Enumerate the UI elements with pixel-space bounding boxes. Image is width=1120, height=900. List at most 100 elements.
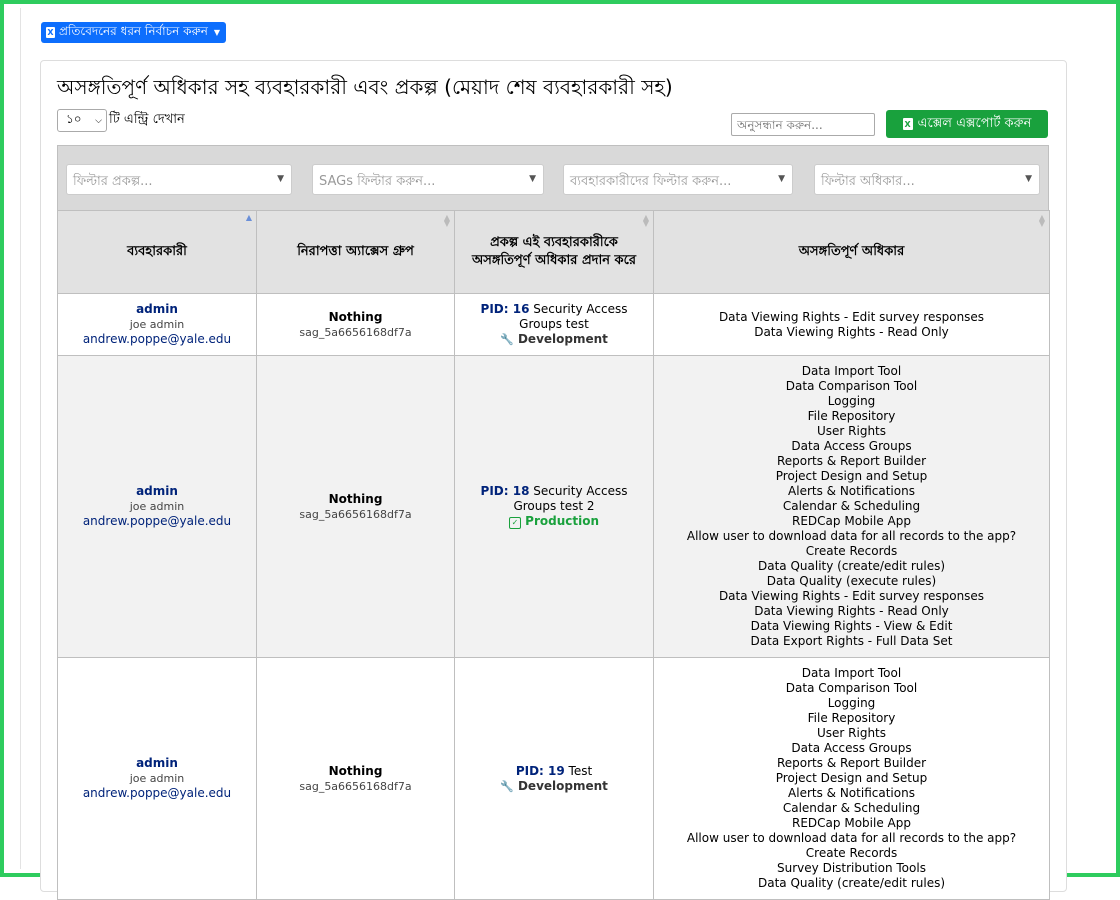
right-item: Data Comparison Tool: [785, 681, 918, 695]
project-status: 🔧 Development: [475, 332, 633, 347]
table-header-row: ▲ ব্যবহারকারী ▲ ▼ নিরাপত্তা অ্যাক্সেস গ্র…: [57, 210, 1050, 294]
filter-project[interactable]: ফিল্টার প্রকল্প... ▼: [66, 164, 292, 195]
length-select[interactable]: ১০ ⌵: [57, 109, 107, 132]
right-item: Data Quality (create/edit rules): [757, 876, 946, 890]
rights-cell: Data Import Tool Data Comparison Tool Logg…: [653, 657, 1050, 900]
caret-down-icon: ▼: [775, 174, 785, 184]
project-cell: PID: 16 Security Access Groups test 🔧 Dev…: [454, 293, 654, 356]
user-email-link[interactable]: andrew.poppe@yale.edu: [62, 786, 252, 801]
project-name: Test: [568, 763, 593, 778]
filter-sags-placeholder: SAGs ফিল্টার করুন...: [319, 174, 436, 189]
filter-users-placeholder: ব্যবহারকারীদের ফিল্টার করুন...: [570, 174, 732, 189]
project-link[interactable]: PID: 18 Security Access Groups test 2: [475, 484, 633, 514]
right-item: Project Design and Setup: [775, 771, 928, 785]
right-item: Data Viewing Rights - View & Edit: [750, 619, 953, 633]
right-item: Data Export Rights - Full Data Set: [750, 634, 953, 648]
discrepant-rights-table: ▲ ব্যবহারকারী ▲ ▼ নিরাপত্তা অ্যাক্সেস গ্র…: [57, 210, 1050, 900]
sag-id: sag_5a6656168df7a: [299, 507, 412, 521]
column-header-user-label: ব্যবহারকারী: [127, 244, 187, 259]
user-fullname: joe admin: [129, 772, 185, 785]
caret-down-icon: ▼: [529, 174, 536, 184]
table-row: admin joe admin andrew.poppe@yale.edu Nothi…: [57, 657, 1050, 900]
caret-down-icon: ▼: [213, 28, 221, 37]
excel-export-label: এক্সেল এক্সপোর্ট করুন: [917, 115, 1032, 131]
column-header-rights-label: অসঙ্গতিপূর্ণ অধিকার: [798, 244, 905, 259]
project-link[interactable]: PID: 19 Test: [475, 764, 633, 779]
project-cell: PID: 18 Security Access Groups test 2 ✓ P…: [454, 355, 654, 658]
right-item: Allow user to download data for all reco…: [686, 831, 1017, 845]
user-cell: admin joe admin andrew.poppe@yale.edu: [57, 293, 257, 356]
filter-rights-placeholder: ফিল্টার অধিকার...: [821, 174, 915, 189]
column-header-project[interactable]: ▲ ▼ প্রকল্প এই ব্যবহারকারীকে অসঙ্গতিপূর্ণ…: [454, 210, 654, 294]
right-item: User Rights: [816, 726, 887, 740]
right-item: User Rights: [816, 424, 887, 438]
right-item: Calendar & Scheduling: [782, 801, 921, 815]
length-label: টি এন্ট্রি দেখান: [109, 112, 185, 127]
project-status: 🔧 Development: [475, 779, 633, 794]
sag-cell: Nothing sag_5a6656168df7a: [256, 293, 455, 356]
right-item: Reports & Report Builder: [776, 454, 927, 468]
user-email-link[interactable]: andrew.poppe@yale.edu: [62, 514, 252, 529]
length-control: ১০ ⌵ টি এন্ট্রি দেখান: [57, 109, 185, 132]
filter-bar: ফিল্টার প্রকল্প... ▼ SAGs ফিল্টার করুন..…: [57, 145, 1049, 210]
wrench-icon: 🔧: [500, 779, 514, 793]
project-status-label: Development: [517, 332, 608, 346]
project-link[interactable]: PID: 16 Security Access Groups test: [475, 302, 633, 332]
caret-down-icon: ▼: [277, 174, 284, 184]
project-status: ✓ Production: [475, 514, 633, 529]
username-link[interactable]: admin: [62, 756, 252, 771]
sag-cell: Nothing sag_5a6656168df7a: [256, 657, 455, 900]
excel-export-button[interactable]: X এক্সেল এক্সপোর্ট করুন: [886, 110, 1048, 138]
project-name: Security Access Groups test: [519, 302, 628, 331]
table-wrapper: ফিল্টার প্রকল্প... ▼ SAGs ফিল্টার করুন..…: [57, 145, 1050, 900]
project-cell: PID: 19 Test 🔧 Development: [454, 657, 654, 900]
username-link[interactable]: admin: [62, 302, 252, 317]
column-header-user[interactable]: ▲ ব্যবহারকারী: [57, 210, 257, 294]
project-status-label: Production: [525, 514, 600, 528]
wrench-icon: 🔧: [500, 333, 514, 346]
user-fullname: joe admin: [129, 500, 185, 513]
sort-icon: ▲ ▼: [642, 213, 649, 228]
right-item: Logging: [827, 696, 876, 710]
sag-name: Nothing: [328, 309, 383, 324]
report-panel: অসঙ্গতিপূর্ণ অধিকার সহ ব্যবহারকারী এবং প…: [40, 60, 1067, 900]
filter-sags[interactable]: SAGs ফিল্টার করুন... ▼: [312, 164, 544, 195]
sort-icon: ▲ ▼: [443, 213, 450, 228]
pid-label: PID: 16: [480, 302, 530, 316]
right-item: Data Quality (create/edit rules): [757, 559, 946, 573]
column-header-sag-label: নিরাপত্তা অ্যাক্সেস গ্রুপ: [297, 244, 414, 259]
search-input[interactable]: [731, 113, 875, 136]
pid-label: PID: 19: [515, 763, 565, 778]
rights-cell: Data Viewing Rights - Edit survey respon…: [653, 293, 1050, 356]
user-email-link[interactable]: andrew.poppe@yale.edu: [62, 332, 252, 347]
right-item: Alerts & Notifications: [788, 786, 915, 800]
table-row: admin joe admin andrew.poppe@yale.edu Nothi…: [57, 355, 1050, 658]
sag-id: sag_5a6656168df7a: [299, 325, 412, 339]
sort-icon: ▲ ▼: [1038, 213, 1045, 228]
project-name: Security Access Groups test 2: [513, 484, 628, 513]
column-header-sag[interactable]: ▲ ▼ নিরাপত্তা অ্যাক্সেস গ্রুপ: [256, 210, 455, 294]
filter-users[interactable]: ব্যবহারকারীদের ফিল্টার করুন... ▼: [563, 164, 793, 195]
right-item: Create Records: [805, 846, 898, 860]
excel-file-icon: X: [46, 27, 55, 38]
report-type-label: প্রতিবেদনের ধরন নির্বাচন করুন: [59, 23, 208, 38]
right-item: Data Comparison Tool: [785, 379, 918, 393]
right-item: Survey Distribution Tools: [777, 861, 926, 875]
column-header-rights[interactable]: ▲ ▼ অসঙ্গতিপূর্ণ অধিকার: [653, 210, 1050, 294]
right-item: Project Design and Setup: [775, 469, 928, 483]
report-type-button[interactable]: X প্রতিবেদনের ধরন নির্বাচন করুন ▼: [41, 22, 227, 43]
sag-cell: Nothing sag_5a6656168df7a: [256, 355, 455, 658]
check-square-icon: ✓: [508, 517, 521, 529]
right-item: Data Access Groups: [791, 439, 912, 453]
right-item: REDCap Mobile App: [792, 514, 911, 528]
filter-rights[interactable]: ফিল্টার অধিকার... ▼: [814, 164, 1040, 195]
right-item: Data Viewing Rights - Edit survey respon…: [718, 589, 985, 603]
right-item: Reports & Report Builder: [776, 756, 927, 770]
username-link[interactable]: admin: [62, 484, 252, 499]
table-row: admin joe admin andrew.poppe@yale.edu Nothi…: [57, 293, 1050, 356]
caret-down-icon: ▼: [1025, 174, 1032, 184]
filter-project-placeholder: ফিল্টার প্রকল্প...: [73, 174, 153, 189]
length-value: ১০: [66, 111, 82, 126]
right-item: Logging: [827, 394, 876, 408]
right-item: Data Viewing Rights - Read Only: [754, 604, 949, 618]
